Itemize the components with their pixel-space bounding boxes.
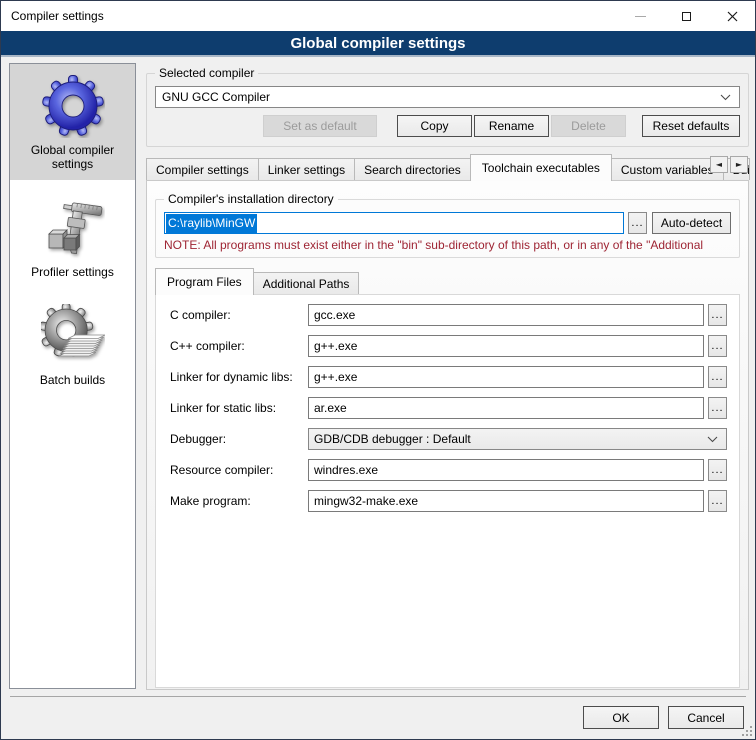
field-value: g++.exe: [314, 370, 357, 384]
window-title: Compiler settings: [1, 9, 104, 23]
dialog-header: Global compiler settings: [1, 31, 755, 57]
auto-detect-button[interactable]: Auto-detect: [652, 212, 731, 234]
field-value: ar.exe: [314, 401, 347, 415]
sidebar-item-batch-builds[interactable]: Batch builds: [10, 288, 135, 396]
blue-gear-icon: [41, 74, 105, 138]
maximize-button[interactable]: [663, 1, 709, 31]
title-bar: Compiler settings: [1, 1, 755, 31]
debugger-select[interactable]: GDB/CDB debugger : Default: [308, 428, 727, 450]
tab-program-files[interactable]: Program Files: [155, 268, 254, 295]
sidebar-item-label: Global compiler settings: [12, 143, 133, 171]
browse-resource-compiler-button[interactable]: ...: [708, 459, 727, 481]
toolchain-executables-page: Compiler's installation directory C:\ray…: [146, 180, 749, 690]
field-value: GDB/CDB debugger : Default: [314, 432, 471, 446]
programs-notebook: Program Files Additional Paths C compile…: [155, 268, 740, 688]
tab-compiler-settings[interactable]: Compiler settings: [146, 158, 259, 180]
sidebar-item-global-compiler-settings[interactable]: Global compiler settings: [10, 64, 135, 180]
tab-toolchain-executables[interactable]: Toolchain executables: [470, 154, 612, 181]
form-row-static-linker: Linker for static libs: ar.exe ...: [170, 397, 727, 419]
sidebar-item-profiler-settings[interactable]: Profiler settings: [10, 180, 135, 288]
bin-subdirectory-note: NOTE: All programs must exist either in …: [164, 238, 731, 252]
group-label: Compiler's installation directory: [164, 192, 338, 206]
compiler-select[interactable]: GNU GCC Compiler: [155, 86, 740, 108]
browse-cpp-compiler-button[interactable]: ...: [708, 335, 727, 357]
form-row-cpp-compiler: C++ compiler: g++.exe ...: [170, 335, 727, 357]
make-program-input[interactable]: mingw32-make.exe: [308, 490, 704, 512]
minimize-button[interactable]: [617, 1, 663, 31]
browse-directory-button[interactable]: ...: [628, 212, 647, 234]
program-files-page: C compiler: gcc.exe ... C++ compiler: g+…: [155, 294, 740, 688]
sidebar-item-label: Batch builds: [40, 373, 105, 387]
rename-button[interactable]: Rename: [474, 115, 549, 137]
field-label: Linker for dynamic libs:: [170, 370, 308, 384]
field-label: Debugger:: [170, 432, 308, 446]
delete-button[interactable]: Delete: [551, 115, 626, 137]
static-linker-input[interactable]: ar.exe: [308, 397, 704, 419]
cpp-compiler-input[interactable]: g++.exe: [308, 335, 704, 357]
tab-scroll-right-button[interactable]: ►: [730, 156, 748, 173]
browse-c-compiler-button[interactable]: ...: [708, 304, 727, 326]
compiler-select-value: GNU GCC Compiler: [162, 90, 270, 104]
field-label: Linker for static libs:: [170, 401, 308, 415]
c-compiler-input[interactable]: gcc.exe: [308, 304, 704, 326]
field-label: Resource compiler:: [170, 463, 308, 477]
browse-make-program-button[interactable]: ...: [708, 490, 727, 512]
settings-tabs: Compiler settings Linker settings Search…: [146, 154, 749, 180]
form-row-dynamic-linker: Linker for dynamic libs: g++.exe ...: [170, 366, 727, 388]
tab-additional-paths[interactable]: Additional Paths: [253, 272, 360, 294]
cancel-button[interactable]: Cancel: [668, 706, 744, 729]
dynamic-linker-input[interactable]: g++.exe: [308, 366, 704, 388]
resize-grip[interactable]: [741, 725, 753, 737]
field-value: g++.exe: [314, 339, 357, 353]
resource-compiler-input[interactable]: windres.exe: [308, 459, 704, 481]
group-label: Selected compiler: [155, 66, 258, 80]
form-row-c-compiler: C compiler: gcc.exe ...: [170, 304, 727, 326]
close-icon: [727, 11, 738, 22]
compiler-settings-dialog: Compiler settings Global compiler settin…: [0, 0, 756, 740]
tab-custom-variables[interactable]: Custom variables: [611, 158, 724, 180]
maximize-icon: [682, 12, 691, 21]
gray-gear-stack-icon: [41, 304, 105, 368]
compiler-buttons: Set as default Copy Rename Delete Reset …: [155, 115, 740, 137]
tab-scroll-left-button[interactable]: ◄: [710, 156, 728, 173]
field-value: gcc.exe: [314, 308, 355, 322]
browse-static-linker-button[interactable]: ...: [708, 397, 727, 419]
selected-compiler-group: Selected compiler GNU GCC Compiler Set a…: [146, 73, 749, 147]
dialog-content: Global compiler settings: [1, 59, 755, 696]
ok-button[interactable]: OK: [583, 706, 659, 729]
form-row-debugger: Debugger: GDB/CDB debugger : Default: [170, 428, 727, 450]
chevron-down-icon: [720, 94, 731, 101]
programs-tabs: Program Files Additional Paths: [155, 268, 740, 294]
installation-directory-row: C:\raylib\MinGW ... Auto-detect: [164, 212, 731, 234]
main-panel: Selected compiler GNU GCC Compiler Set a…: [146, 61, 749, 690]
set-as-default-button[interactable]: Set as default: [263, 115, 377, 137]
caliper-icon: [41, 196, 105, 260]
settings-category-list: Global compiler settings: [9, 63, 136, 689]
tab-search-directories[interactable]: Search directories: [354, 158, 471, 180]
page-title: Global compiler settings: [290, 35, 465, 52]
browse-dynamic-linker-button[interactable]: ...: [708, 366, 727, 388]
chevron-down-icon: [707, 436, 718, 443]
minimize-icon: [635, 16, 646, 17]
dialog-footer: OK Cancel: [1, 696, 755, 739]
form-row-make-program: Make program: mingw32-make.exe ...: [170, 490, 727, 512]
window-controls: [617, 1, 755, 31]
form-row-resource-compiler: Resource compiler: windres.exe ...: [170, 459, 727, 481]
copy-button[interactable]: Copy: [397, 115, 472, 137]
reset-defaults-button[interactable]: Reset defaults: [642, 115, 740, 137]
field-value: windres.exe: [314, 463, 378, 477]
installation-directory-input[interactable]: C:\raylib\MinGW: [164, 212, 624, 234]
tab-scroll-buttons: ◄ ►: [710, 156, 748, 173]
field-label: C compiler:: [170, 308, 308, 322]
close-button[interactable]: [709, 1, 755, 31]
installation-directory-group: Compiler's installation directory C:\ray…: [155, 199, 740, 258]
sidebar-item-label: Profiler settings: [31, 265, 114, 279]
selected-text: C:\raylib\MinGW: [166, 214, 257, 233]
field-label: C++ compiler:: [170, 339, 308, 353]
field-label: Make program:: [170, 494, 308, 508]
tab-linker-settings[interactable]: Linker settings: [258, 158, 355, 180]
field-value: mingw32-make.exe: [314, 494, 418, 508]
